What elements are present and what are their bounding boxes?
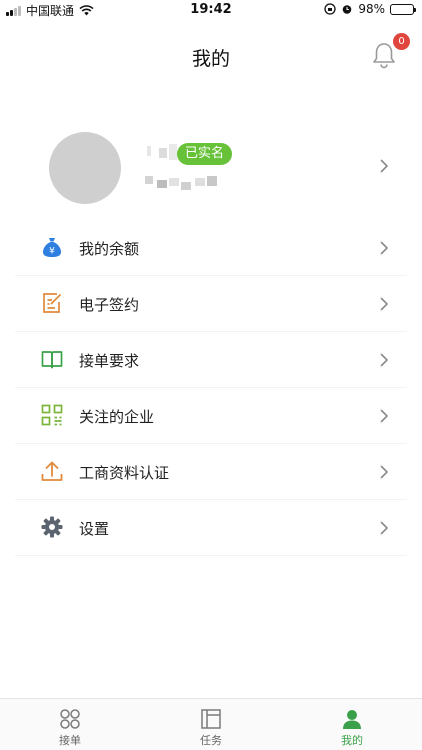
chevron-right-icon: [380, 409, 389, 423]
menu-label-requirements: 接单要求: [79, 352, 140, 370]
chevron-right-icon: [380, 297, 389, 311]
svg-text:¥: ¥: [49, 247, 55, 257]
status-bar: 中国联通 19:42 98%: [0, 0, 422, 20]
menu-item-settings[interactable]: 设置: [15, 500, 407, 556]
battery-icon: [390, 3, 416, 15]
sign-icon: [43, 293, 62, 313]
menu-list: ¥ 我的余额 电子签约 接单要求 关注的企业 工商资料认证 设置: [15, 220, 407, 556]
money-bag-icon: ¥: [43, 238, 61, 257]
menu-label-followed-companies: 关注的企业: [79, 408, 155, 426]
chevron-right-icon: [380, 353, 389, 367]
alarm-icon: [343, 5, 352, 14]
battery-percent: 98%: [358, 2, 385, 16]
status-right: 98%: [324, 2, 416, 16]
menu-label-settings: 设置: [79, 520, 110, 538]
upload-icon: [41, 461, 63, 481]
menu-item-followed-companies[interactable]: 关注的企业: [15, 388, 407, 444]
chevron-right-icon: [380, 465, 389, 479]
task-icon: [201, 709, 221, 729]
grid-icon: [41, 404, 63, 426]
notification-badge: 0: [393, 33, 410, 50]
tab-tasks[interactable]: 任务: [141, 699, 281, 750]
tab-bar: 接单 任务 我的: [0, 698, 422, 750]
menu-item-e-sign[interactable]: 电子签约: [15, 276, 407, 332]
book-icon: [41, 351, 63, 369]
profile-icon: [343, 710, 361, 729]
verified-badge: 已实名: [177, 143, 233, 165]
tab-label-tasks: 任务: [200, 734, 222, 747]
menu-item-business-certification[interactable]: 工商资料认证: [15, 444, 407, 500]
menu-label-balance: 我的余额: [79, 240, 140, 258]
chevron-right-icon: [380, 241, 389, 255]
avatar[interactable]: [49, 132, 121, 204]
screen: 中国联通 19:42 98% 我的 0 已实名 ¥ 我的余额 电子签约 接单要求…: [0, 0, 422, 750]
orders-icon: [60, 709, 80, 729]
profile-card[interactable]: 已实名: [15, 120, 407, 215]
menu-item-requirements[interactable]: 接单要求: [15, 332, 407, 388]
rotation-lock-icon: [324, 3, 336, 15]
tab-label-profile: 我的: [341, 734, 363, 747]
chevron-right-icon: [380, 521, 389, 535]
chevron-right-icon: [380, 159, 389, 173]
name-redacted: [147, 144, 177, 160]
menu-label-business-certification: 工商资料认证: [79, 464, 170, 482]
tab-profile[interactable]: 我的: [282, 699, 422, 750]
page-title: 我的: [191, 48, 230, 70]
gear-icon: [41, 516, 63, 538]
phone-redacted: [145, 174, 235, 190]
tab-orders[interactable]: 接单: [0, 699, 140, 750]
tab-label-orders: 接单: [59, 734, 81, 747]
menu-item-balance[interactable]: ¥ 我的余额: [15, 220, 407, 276]
menu-label-e-sign: 电子签约: [79, 296, 140, 314]
